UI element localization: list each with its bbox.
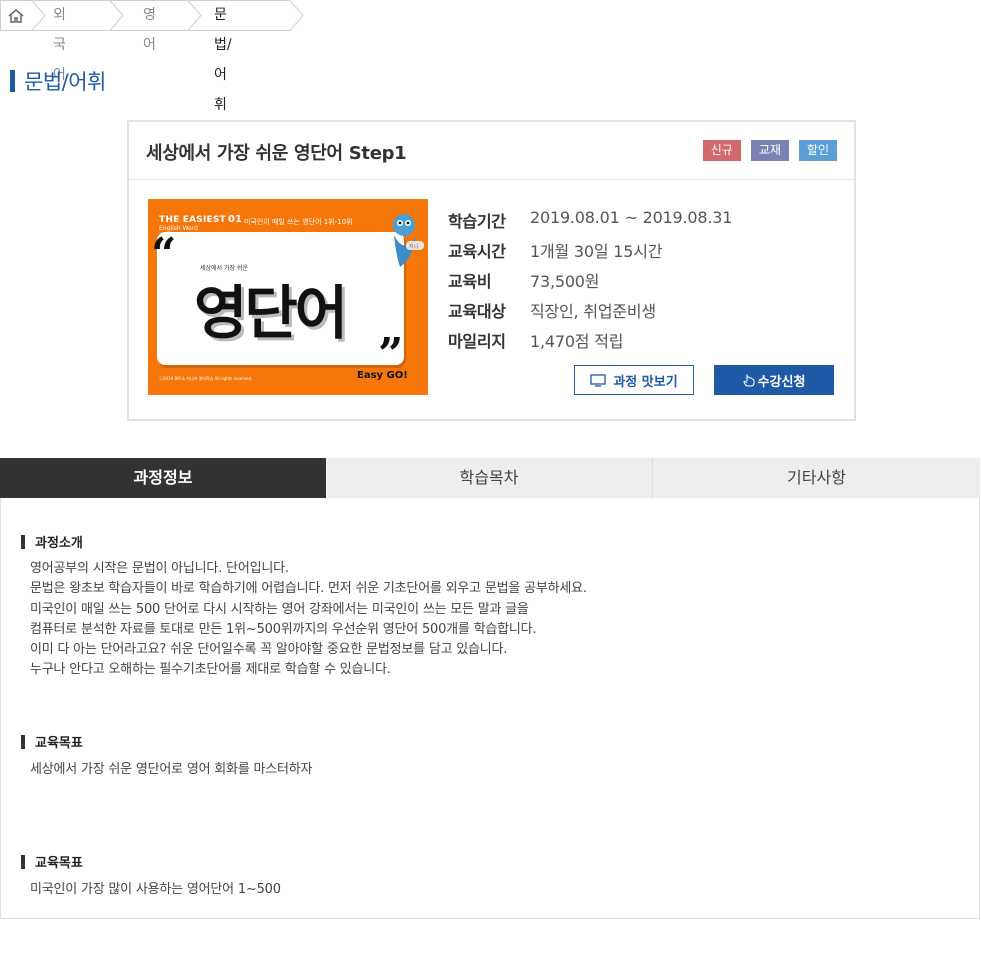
intro-line: 미국인이 매일 쓰는 500 단어로 다시 시작하는 영어 강좌에서는 미국인이… [30, 601, 529, 617]
info-label: 학습기간 [448, 212, 506, 231]
thumbnail-big-title: 영단어 [194, 279, 348, 347]
page-title-text: 문법/어휘 [24, 70, 106, 94]
tab-etc[interactable]: 기타사항 [653, 458, 980, 498]
title-bar [10, 70, 15, 92]
breadcrumb-item-foreign-language[interactable]: 외국어 [31, 0, 66, 83]
section-body-goal-2: 미국인이 가장 많이 사용하는 영어단어 1~500 [30, 880, 281, 900]
info-value: 2019.08.01 ~ 2019.08.31 [530, 208, 733, 227]
thumbnail-series: THE EASIEST [159, 215, 226, 225]
info-label: 교육대상 [448, 302, 506, 321]
course-info-panel: 과정소개 영어공부의 시작은 문법이 아닙니다. 단어입니다. 문법은 왕초보 … [0, 498, 980, 919]
section-bar [21, 534, 25, 549]
thumbnail-easy-go: Easy GO! [357, 370, 408, 381]
course-card: 세상에서 가장 쉬운 영단어 Step1 신규 교재 할인 THE EASIES… [127, 120, 856, 421]
section-body-intro: 영어공부의 시작은 문법이 아닙니다. 단어입니다. 문법은 왕초보 학습자들이… [30, 559, 587, 681]
section-heading-text: 교육목표 [35, 736, 83, 751]
course-info-list: 학습기간 2019.08.01 ~ 2019.08.31 교육시간 1개월 30… [448, 208, 732, 358]
section-heading-text: 과정소개 [35, 536, 83, 551]
badge-group: 신규 교재 할인 [702, 140, 837, 161]
tab-course-info[interactable]: 과정정보 [0, 458, 326, 498]
intro-line: 컴퓨터로 분석한 자료를 토대로 만든 1위~500위까지의 우선순위 영단어 … [30, 621, 537, 637]
info-row-fee: 교육비 73,500원 [448, 268, 732, 298]
breadcrumb-item-english[interactable]: 영어 [121, 0, 156, 53]
intro-line: 이미 다 아는 단어라고요? 쉬운 단어일수록 꼭 알아야할 중요한 문법정보를… [30, 642, 508, 658]
badge-new: 신규 [702, 140, 741, 161]
info-label: 교육비 [448, 272, 492, 291]
info-row-target: 교육대상 직장인, 취업준비생 [448, 298, 732, 328]
info-label: 교육시간 [448, 242, 506, 261]
section-heading-goal-2: 교육목표 [21, 852, 83, 871]
intro-line: 문법은 왕초보 학습자들이 바로 학습하기에 어렵습니다. 먼저 쉬운 기초단어… [30, 581, 587, 597]
intro-line: 누구나 안다고 오해하는 필수기초단어를 제대로 학습할 수 있습니다. [30, 662, 391, 678]
info-value: 1개월 30일 15시간 [530, 242, 663, 261]
thumbnail-number: 01 [228, 214, 242, 225]
goal-line: 미국인이 가장 많이 사용하는 영어단어 1~500 [30, 882, 281, 897]
course-card-header: 세상에서 가장 쉬운 영단어 Step1 신규 교재 할인 [129, 122, 854, 180]
tab-curriculum[interactable]: 학습목차 [326, 458, 653, 498]
section-heading-intro: 과정소개 [21, 532, 83, 551]
course-tabs: 과정정보 학습목차 기타사항 [0, 458, 980, 498]
enroll-button[interactable]: 수강신청 [714, 365, 834, 395]
genie-mascot-icon: 지니 [393, 214, 424, 267]
goal-line: 세상에서 가장 쉬운 영단어로 영어 회화를 마스터하자 [30, 762, 313, 777]
open-quote-mark: “ [151, 229, 177, 280]
section-heading-text: 교육목표 [35, 856, 83, 871]
section-heading-goal: 교육목표 [21, 732, 83, 751]
info-value: 직장인, 취업준비생 [530, 302, 656, 321]
svg-text:지니: 지니 [409, 243, 418, 250]
page-title: 문법/어휘 [10, 66, 106, 96]
enroll-button-label: 수강신청 [757, 374, 806, 390]
thumbnail-copyright: ⓒ2019 BM & 지니어 영어학습 All rights reserved. [159, 376, 253, 381]
course-title: 세상에서 가장 쉬운 영단어 Step1 [146, 143, 407, 164]
section-body-goal: 세상에서 가장 쉬운 영단어로 영어 회화를 마스터하자 [30, 760, 313, 780]
badge-discount: 할인 [798, 140, 837, 161]
monitor-icon [590, 373, 606, 387]
info-value: 73,500원 [530, 272, 600, 291]
home-icon[interactable] [0, 0, 32, 31]
info-row-hours: 교육시간 1개월 30일 15시간 [448, 238, 732, 268]
info-label: 마일리지 [448, 332, 506, 351]
course-preview-button[interactable]: 과정 맛보기 [574, 365, 694, 395]
course-thumbnail[interactable]: THE EASIEST English Word 01 미국인이 매일 쓰는 영… [148, 199, 428, 395]
hand-pointer-icon [743, 374, 755, 387]
info-row-mileage: 마일리지 1,470점 적립 [448, 328, 732, 358]
breadcrumb-item-grammar-vocab: 문법/어휘 [214, 7, 232, 113]
intro-line: 영어공부의 시작은 문법이 아닙니다. 단어입니다. [30, 561, 289, 576]
section-bar [21, 854, 25, 869]
thumbnail-tagline: 미국인이 매일 쓰는 영단어 1위-10위 [244, 218, 353, 226]
preview-button-label: 과정 맛보기 [613, 374, 678, 390]
info-value: 1,470점 적립 [530, 332, 624, 351]
badge-textbook: 교재 [750, 140, 789, 161]
section-bar [21, 734, 25, 749]
info-row-period: 학습기간 2019.08.01 ~ 2019.08.31 [448, 208, 732, 238]
